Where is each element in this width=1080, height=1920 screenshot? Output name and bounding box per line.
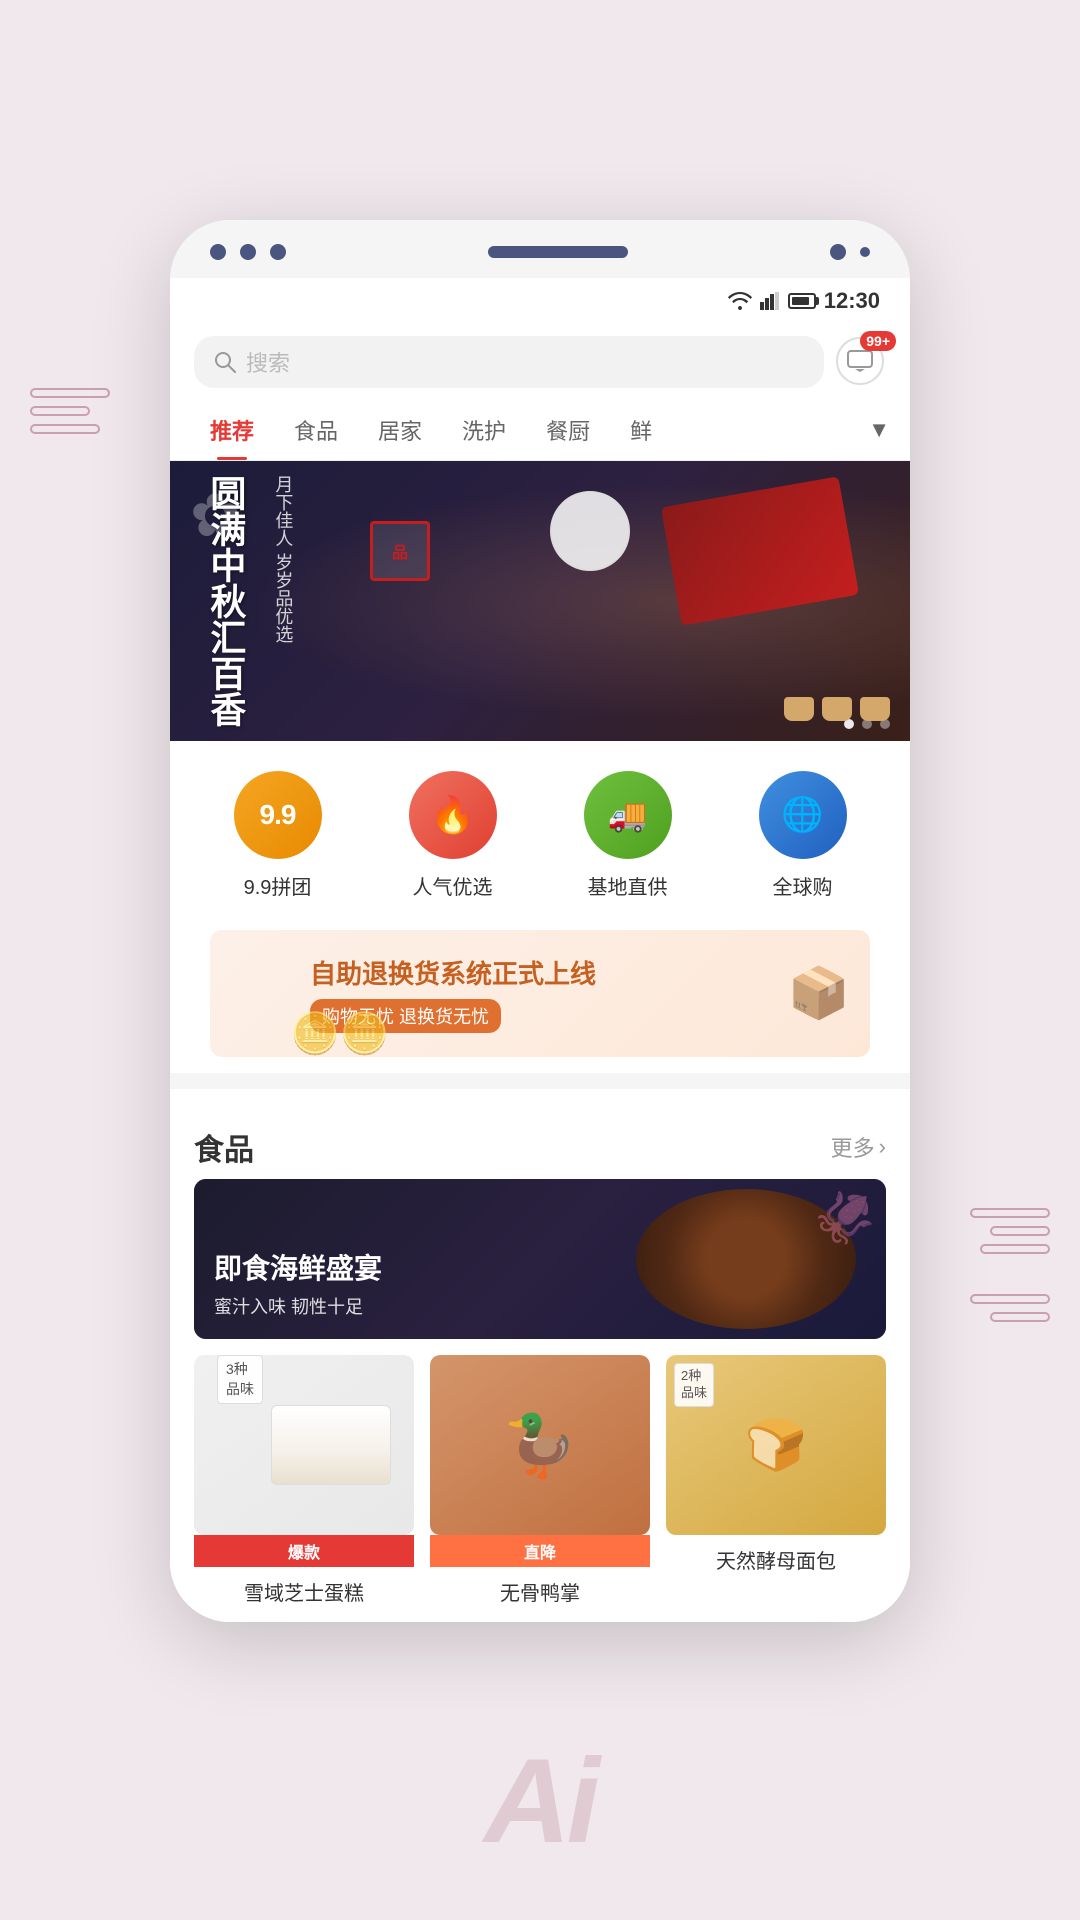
banner-food-area — [530, 461, 910, 741]
food-banner-title: 即食海鲜盛宴 — [214, 1247, 382, 1287]
ad-box-icon: 📦 — [788, 964, 850, 1023]
tab-wash[interactable]: 洗护 — [442, 400, 526, 460]
message-badge[interactable]: 99+ — [836, 337, 886, 387]
banner-text-area: 圆满中秋汇百香 月下佳人 岁岁品优选 — [170, 475, 326, 727]
wifi-icon — [728, 292, 752, 310]
supply-text: 基地直供 — [588, 871, 668, 900]
main-banner[interactable]: ✿ 圆满中秋汇百香 月下佳人 岁岁品优选 品 — [170, 461, 910, 741]
quick-icon-global[interactable]: 🌐 全球购 — [759, 771, 847, 900]
banner-sub-text-1: 月下佳人 — [270, 475, 296, 547]
phone-speaker — [488, 246, 628, 258]
battery-icon — [788, 293, 816, 309]
banner-seal: 品 — [370, 521, 430, 581]
tea-cups — [784, 697, 890, 721]
section-divider-1 — [170, 1073, 910, 1089]
tab-recommended[interactable]: 推荐 — [190, 400, 274, 460]
quick-icon-supply[interactable]: 🚚 基地直供 — [584, 771, 672, 900]
variety-badge-cake: 3种品味 — [217, 1355, 263, 1404]
status-bar: 12:30 — [170, 278, 910, 324]
food-banner-sub: 蜜汁入味 韧性十足 — [214, 1293, 382, 1319]
food-section-title: 食品 — [194, 1125, 254, 1169]
seafood-deco: 🦑 — [814, 1189, 876, 1248]
sensor-dot-5 — [860, 247, 870, 257]
phone-sensors — [210, 244, 286, 260]
quick-icons-section: 9.9 9.9拼团 🔥 人气优选 🚚 基地直供 🌐 全球购 — [170, 741, 910, 930]
search-icon — [214, 351, 236, 373]
phone-sensors-right — [830, 244, 870, 260]
food-section-more[interactable]: 更多 › — [831, 1131, 886, 1163]
popular-text: 人气优选 — [413, 871, 493, 900]
message-count-badge: 99+ — [860, 331, 896, 351]
product-img-bread: 2种品味 🍞 — [666, 1355, 886, 1535]
sensor-dot-2 — [240, 244, 256, 260]
tab-kitchen[interactable]: 餐厨 — [526, 400, 610, 460]
cake-visual — [271, 1405, 391, 1485]
deco-lines-right — [970, 1200, 1050, 1330]
screen: 12:30 搜索 99+ — [170, 278, 910, 1622]
banner-sub-text-2: 岁岁品优选 — [270, 553, 296, 643]
product-name-cake: 雪域芝士蛋糕 — [194, 1577, 414, 1606]
tab-fresh[interactable]: 鲜 — [610, 400, 672, 460]
popular-icon-symbol: 🔥 — [430, 794, 475, 836]
food-section-header: 食品 更多 › — [170, 1105, 910, 1179]
product-card-duck[interactable]: 🦆 直降 无骨鸭掌 — [430, 1355, 650, 1606]
banner-sub-texts: 月下佳人 岁岁品优选 — [258, 475, 296, 727]
search-placeholder-text: 搜索 — [246, 346, 290, 378]
banner-main-text: 圆满中秋汇百香 — [200, 475, 250, 727]
tab-food[interactable]: 食品 — [274, 400, 358, 460]
product-img-duck: 🦆 — [430, 1355, 650, 1535]
variety-badge-bread: 2种品味 — [674, 1363, 714, 1407]
ad-title: 自助退换货系统正式上线 — [310, 954, 788, 991]
plate — [550, 491, 630, 571]
food-banner[interactable]: 🦑 即食海鲜盛宴 蜜汁入味 韧性十足 — [194, 1179, 886, 1339]
status-time: 12:30 — [824, 288, 880, 314]
supply-icon: 🚚 — [584, 771, 672, 859]
group-buy-label: 9.9 — [260, 799, 296, 831]
phone-frame: 12:30 搜索 99+ — [170, 220, 910, 1622]
global-icon-symbol: 🌐 — [781, 795, 823, 835]
promo-banner-wrapper: 🪙🪙 自助退换货系统正式上线 购物无忧 退换货无忧 📦 — [170, 930, 910, 1073]
product-tag-duck: 直降 — [430, 1535, 650, 1567]
sensor-dot-4 — [830, 244, 846, 260]
deco-lines-left — [30, 380, 110, 442]
sensor-dot-1 — [210, 244, 226, 260]
quick-icon-group[interactable]: 9.9 9.9拼团 — [234, 771, 322, 900]
popular-icon: 🔥 — [409, 771, 497, 859]
coins-decoration: 🪙🪙 — [290, 1010, 390, 1057]
search-input-wrap[interactable]: 搜索 — [194, 336, 824, 388]
group-buy-icon: 9.9 — [234, 771, 322, 859]
status-icons: 12:30 — [728, 288, 880, 314]
tab-more-button[interactable]: ▼ — [868, 417, 890, 443]
group-buy-text: 9.9拼团 — [244, 871, 312, 900]
search-bar: 搜索 99+ — [170, 324, 910, 400]
signal-icon — [760, 292, 780, 310]
global-icon: 🌐 — [759, 771, 847, 859]
product-grid: 3种品味 爆款 雪域芝士蛋糕 🦆 直降 无骨鸭掌 — [170, 1339, 910, 1622]
tab-home[interactable]: 居家 — [358, 400, 442, 460]
category-tabs: 推荐 食品 居家 洗护 餐厨 鲜 ▼ — [170, 400, 910, 461]
product-name-bread: 天然酵母面包 — [666, 1545, 886, 1574]
sensor-dot-3 — [270, 244, 286, 260]
mooncake-box — [661, 476, 859, 625]
product-card-bread[interactable]: 2种品味 🍞 天然酵母面包 — [666, 1355, 886, 1606]
food-banner-text: 即食海鲜盛宴 蜜汁入味 韧性十足 — [214, 1247, 382, 1319]
quick-icon-popular[interactable]: 🔥 人气优选 — [409, 771, 497, 900]
product-name-duck: 无骨鸭掌 — [430, 1577, 650, 1606]
product-img-cake: 3种品味 — [194, 1355, 414, 1535]
promo-banner[interactable]: 🪙🪙 自助退换货系统正式上线 购物无忧 退换货无忧 📦 — [210, 930, 870, 1057]
phone-hardware-top — [170, 220, 910, 278]
product-tag-cake: 爆款 — [194, 1535, 414, 1567]
supply-icon-symbol: 🚚 — [608, 796, 648, 834]
product-card-cake[interactable]: 3种品味 爆款 雪域芝士蛋糕 — [194, 1355, 414, 1606]
global-text: 全球购 — [773, 871, 833, 900]
